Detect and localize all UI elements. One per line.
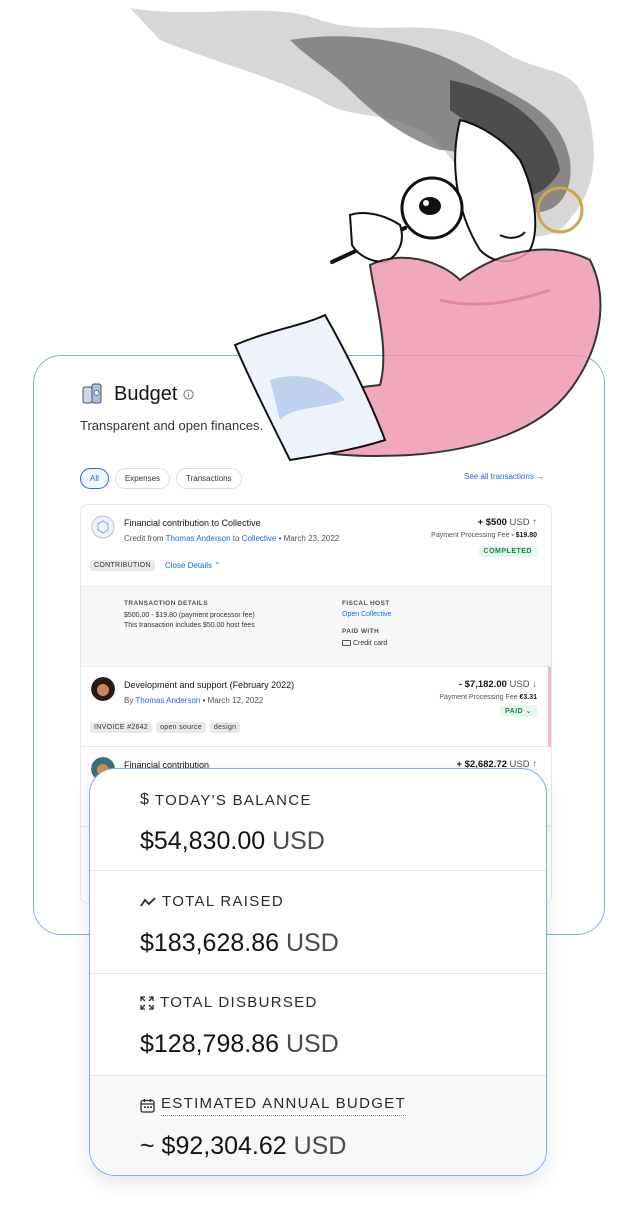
stat-todays-balance: $ TODAY'S BALANCE $54,830.00 USD bbox=[90, 769, 546, 871]
stat-value: $54,830.00 USD bbox=[140, 827, 325, 856]
amount-value: + $500 bbox=[477, 517, 507, 528]
stat-total-disbursed: TOTAL DISBURSED $128,798.86 USD bbox=[90, 974, 546, 1076]
stat-label-row: $ TODAY'S BALANCE bbox=[140, 791, 312, 809]
from-link[interactable]: Thomas Anderson bbox=[166, 534, 231, 543]
stat-currency: USD bbox=[272, 827, 325, 855]
dollar-icon: $ bbox=[140, 791, 149, 808]
tag: design bbox=[209, 722, 241, 733]
balance-summary-card: $ TODAY'S BALANCE $54,830.00 USD TOTAL R… bbox=[89, 768, 547, 1176]
amount-currency: USD bbox=[509, 679, 530, 690]
stat-label-row: TOTAL RAISED bbox=[140, 893, 284, 910]
details-line1: $500.00 - $19.80 (payment processor fee) bbox=[124, 612, 255, 619]
transaction-amount: - $7,182.00 USD ↓ bbox=[459, 679, 537, 690]
details-label: TRANSACTION DETAILS bbox=[124, 600, 209, 607]
arrow-up-icon: ↑ bbox=[532, 517, 537, 528]
stat-amount: $183,628.86 bbox=[140, 929, 280, 957]
transaction-amount: + $500 USD ↑ bbox=[478, 517, 537, 528]
fee-value: €3.31 bbox=[519, 694, 537, 701]
stat-total-raised: TOTAL RAISED $183,628.86 USD bbox=[90, 871, 546, 974]
stat-label: TODAY'S BALANCE bbox=[154, 791, 312, 809]
transaction-meta: By Thomas Anderson • March 12, 2022 bbox=[124, 696, 263, 705]
transaction-tags: INVOICE #2642 open source design bbox=[90, 722, 241, 733]
transaction-tags: CONTRIBUTION Close Details ⌃ bbox=[90, 560, 221, 571]
fee-label: Payment Processing Fee bbox=[439, 694, 518, 701]
amount-currency: USD bbox=[509, 517, 530, 528]
user-avatar bbox=[91, 677, 115, 701]
stat-label-row: TOTAL DISBURSED bbox=[140, 994, 318, 1011]
budget-jar-icon bbox=[82, 383, 102, 404]
fiscal-host-link[interactable]: Open Collective bbox=[342, 611, 391, 618]
fee-value: - $19.80 bbox=[511, 532, 537, 539]
row-indicator bbox=[548, 667, 551, 747]
stat-label[interactable]: ESTIMATED ANNUAL BUDGET bbox=[161, 1095, 406, 1116]
transaction-row[interactable]: Development and support (February 2022) … bbox=[81, 667, 551, 747]
fiscal-host: FISCAL HOST Open Collective PAID WITH Cr… bbox=[342, 600, 391, 648]
invoice-tag: INVOICE #2642 bbox=[90, 722, 153, 733]
processing-fee: Payment Processing Fee - $19.80 bbox=[431, 532, 537, 539]
tag: CONTRIBUTION bbox=[90, 560, 155, 571]
stat-estimated-annual-budget: ESTIMATED ANNUAL BUDGET ~ $92,304.62 USD bbox=[90, 1076, 546, 1175]
stat-label-row: ESTIMATED ANNUAL BUDGET bbox=[140, 1095, 406, 1116]
transaction-details: TRANSACTION DETAILS $500.00 - $19.80 (pa… bbox=[124, 600, 255, 630]
paid-with-value: Credit card bbox=[342, 639, 391, 648]
details-line2: This transaction includes $50.00 host fe… bbox=[124, 622, 255, 629]
status-badge: COMPLETED bbox=[478, 546, 537, 557]
amount-value: - $7,182.00 bbox=[458, 679, 507, 690]
transaction-meta: Credit from Thomas Anderson to Collectiv… bbox=[124, 534, 339, 543]
stat-amount: $128,798.86 bbox=[140, 1030, 280, 1058]
stat-value: $183,628.86 USD bbox=[140, 929, 339, 958]
transaction-date: • March 23, 2022 bbox=[276, 534, 340, 543]
stat-currency: USD bbox=[285, 929, 339, 957]
tab-all[interactable]: All bbox=[80, 468, 109, 489]
tab-transactions[interactable]: Transactions bbox=[176, 468, 242, 489]
arrow-down-icon: ↓ bbox=[532, 679, 537, 690]
meta-mid: to bbox=[230, 534, 242, 543]
transaction-row[interactable]: Financial contribution to Collective Cre… bbox=[81, 505, 551, 587]
transaction-details-panel: TRANSACTION DETAILS $500.00 - $19.80 (pa… bbox=[81, 587, 551, 667]
stat-amount: $54,830.00 bbox=[140, 827, 266, 855]
paid-status-dropdown[interactable]: PAID ⌄ bbox=[499, 705, 537, 717]
paid-with-label: PAID WITH bbox=[342, 628, 380, 635]
fiscal-host-label: FISCAL HOST bbox=[342, 600, 390, 607]
collective-avatar bbox=[91, 515, 115, 539]
transaction-title: Financial contribution to Collective bbox=[124, 518, 261, 528]
woman-with-magnifier-illustration bbox=[130, 8, 602, 462]
tag: open source bbox=[156, 722, 206, 733]
transaction-date: • March 12, 2022 bbox=[200, 696, 264, 705]
stat-value: ~ $92,304.62 USD bbox=[140, 1132, 346, 1161]
meta-prefix: By bbox=[124, 696, 136, 705]
trend-icon bbox=[140, 896, 156, 906]
stat-label: TOTAL DISBURSED bbox=[160, 994, 318, 1011]
tab-expenses[interactable]: Expenses bbox=[114, 468, 171, 489]
credit-card-icon bbox=[342, 640, 351, 647]
budget-tabs: All Expenses Transactions bbox=[80, 468, 242, 489]
transaction-title: Development and support (February 2022) bbox=[124, 680, 295, 690]
author-link[interactable]: Thomas Anderson bbox=[135, 696, 200, 705]
fee-label: Payment Processing Fee bbox=[431, 532, 510, 539]
stat-amount: ~ $92,304.62 bbox=[140, 1132, 287, 1160]
stat-currency: USD bbox=[285, 1030, 339, 1058]
calendar-icon bbox=[140, 1099, 155, 1113]
stat-currency: USD bbox=[293, 1132, 347, 1160]
stat-label: TOTAL RAISED bbox=[162, 893, 285, 910]
expand-arrows-icon bbox=[140, 995, 154, 1010]
to-link[interactable]: Collective bbox=[242, 534, 277, 543]
meta-prefix: Credit from bbox=[124, 534, 166, 543]
payment-method: Credit card bbox=[353, 640, 388, 647]
stat-value: $128,798.86 USD bbox=[140, 1030, 339, 1059]
close-details-button[interactable]: Close Details ⌃ bbox=[165, 561, 221, 570]
see-all-transactions-link[interactable]: See all transactions → bbox=[464, 472, 544, 481]
processing-fee: Payment Processing Fee €3.31 bbox=[439, 694, 537, 701]
